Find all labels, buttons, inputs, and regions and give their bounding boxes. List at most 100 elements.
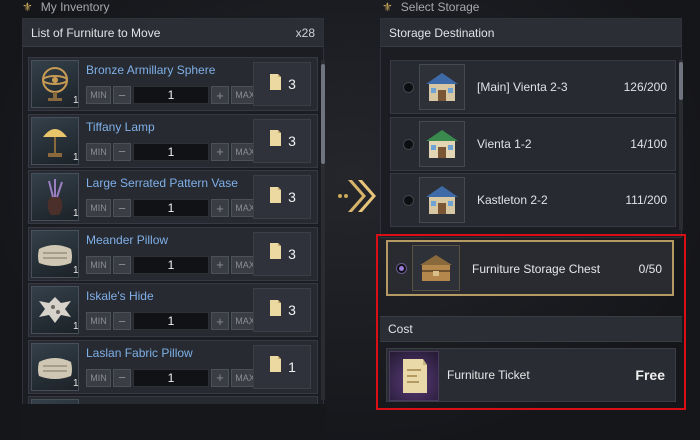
radio-button[interactable]	[403, 195, 414, 206]
furniture-item-row[interactable]: 1 Meander Pillow MIN −1 + MAX 3	[28, 226, 318, 281]
highlight-box	[376, 234, 686, 410]
item-cost: 1	[253, 344, 311, 389]
storage-option-capacity: 126/200	[623, 80, 667, 94]
panel-bottom-mask	[22, 404, 326, 440]
item-cost: 3	[253, 231, 311, 276]
pillow-icon	[31, 229, 79, 278]
furniture-item-name: Laslan Fabric Pillow	[86, 345, 193, 360]
fleur-de-lis-icon: ⚜	[382, 0, 393, 14]
furniture-ticket-icon	[268, 73, 282, 96]
furniture-list-title: List of Furniture to Move	[31, 25, 161, 40]
furniture-item-row[interactable]: 1 Tiffany Lamp MIN −1 + MAX 3	[28, 113, 318, 168]
pillow-icon	[31, 342, 79, 391]
inventory-section-title: My Inventory	[40, 0, 110, 14]
owned-count: 1	[73, 377, 79, 389]
storage-option-capacity: 111/200	[625, 193, 667, 207]
transfer-window: ⚜ My Inventory List of Furniture to Move…	[0, 0, 700, 440]
storage-list-scroll-thumb[interactable]	[679, 62, 683, 100]
fleur-de-lis-icon: ⚜	[22, 0, 33, 14]
increase-button[interactable]: +	[211, 199, 229, 217]
quantity-input[interactable]: 1	[133, 312, 209, 330]
storage-list-scrollbar[interactable]	[679, 60, 683, 230]
item-cost: 3	[253, 288, 311, 332]
radio-button[interactable]	[403, 138, 414, 150]
decrease-button[interactable]: −	[113, 368, 131, 387]
furniture-item-row[interactable]: 1 Laslan Fabric Pillow MIN −1 + MAX 1	[28, 339, 318, 394]
storage-option-name: Vienta 1-2	[477, 136, 532, 151]
furniture-ticket-icon	[268, 299, 282, 322]
decrease-button[interactable]: −	[113, 312, 131, 330]
vase-icon	[31, 173, 79, 221]
owned-count: 1	[73, 264, 79, 276]
storage-option[interactable]: [Main] Vienta 2-3 126/200	[390, 60, 676, 114]
quantity-input[interactable]: 1	[133, 86, 209, 104]
increase-button[interactable]: +	[211, 368, 229, 387]
storage-option-name: Kastleton 2-2	[477, 193, 548, 207]
owned-count: 1	[73, 151, 79, 163]
decrease-button[interactable]: −	[113, 199, 131, 217]
increase-button[interactable]: +	[211, 86, 229, 104]
furniture-item-name: Iskale's Hide	[86, 289, 154, 303]
item-cost: 3	[253, 175, 311, 219]
item-cost-value: 3	[288, 245, 296, 262]
item-cost-value: 3	[288, 76, 296, 92]
furniture-item-name: Large Serrated Pattern Vase	[86, 176, 238, 190]
decrease-button[interactable]: −	[113, 255, 131, 274]
increase-button[interactable]: +	[211, 255, 229, 274]
house-icon	[419, 64, 465, 110]
armillary-sphere-icon	[31, 60, 79, 108]
quantity-input[interactable]: 1	[133, 199, 209, 217]
item-cost-value: 3	[288, 132, 296, 149]
hide-icon	[31, 286, 79, 334]
min-button[interactable]: MIN	[86, 368, 111, 387]
storage-option[interactable]: Kastleton 2-2 111/200	[390, 173, 676, 227]
item-cost-value: 3	[288, 302, 296, 318]
min-button[interactable]: MIN	[86, 199, 111, 217]
min-button[interactable]: MIN	[86, 255, 111, 274]
furniture-ticket-icon	[268, 186, 282, 209]
furniture-ticket-icon	[268, 129, 282, 152]
quantity-input[interactable]: 1	[133, 368, 209, 387]
storage-option-name: [Main] Vienta 2-3	[477, 80, 568, 94]
lamp-icon	[31, 116, 79, 165]
radio-button[interactable]	[403, 82, 414, 93]
storage-section-title: Select Storage	[400, 0, 480, 14]
furniture-item-name: Meander Pillow	[86, 232, 169, 247]
furniture-list-scrollbar[interactable]	[321, 60, 325, 400]
storage-destination-header: Storage Destination	[381, 19, 681, 47]
furniture-item-row[interactable]: 1 Iskale's Hide MIN −1 + MAX 3	[28, 283, 318, 337]
house-icon	[419, 177, 465, 223]
min-button[interactable]: MIN	[86, 142, 111, 161]
furniture-item-row[interactable]: 1 Bronze Armillary Sphere MIN −1 + MAX 3	[28, 57, 318, 111]
item-cost-value: 1	[288, 358, 296, 375]
furniture-item-row[interactable]: 1 Large Serrated Pattern Vase MIN −1 + MAX 3	[28, 170, 318, 224]
decrease-button[interactable]: −	[113, 86, 131, 104]
increase-button[interactable]: +	[211, 142, 229, 161]
furniture-ticket-icon	[268, 242, 282, 265]
owned-count: 1	[73, 321, 79, 332]
storage-destination-title: Storage Destination	[389, 25, 495, 40]
furniture-list-header: List of Furniture to Move x28	[23, 19, 323, 47]
quantity-input[interactable]: 1	[133, 142, 209, 161]
furniture-list-scroll-thumb[interactable]	[321, 64, 325, 164]
quantity-input[interactable]: 1	[133, 255, 209, 274]
decrease-button[interactable]: −	[113, 142, 131, 161]
storage-section-header: ⚜ Select Storage	[382, 0, 479, 14]
item-cost-value: 3	[288, 189, 296, 205]
min-button[interactable]: MIN	[86, 312, 111, 330]
storage-option-capacity: 14/100	[630, 136, 667, 151]
owned-count: 1	[73, 208, 79, 219]
transfer-arrow-icon	[338, 180, 376, 212]
storage-option[interactable]: Vienta 1-2 14/100	[390, 116, 676, 171]
furniture-total-count: x28	[295, 25, 315, 40]
owned-count: 1	[73, 95, 79, 106]
furniture-ticket-icon	[268, 355, 282, 378]
furniture-item-name: Bronze Armillary Sphere	[86, 63, 216, 77]
item-cost: 3	[253, 62, 311, 106]
inventory-section-header: ⚜ My Inventory	[22, 0, 109, 14]
item-cost: 3	[253, 118, 311, 163]
min-button[interactable]: MIN	[86, 86, 111, 104]
furniture-item-name: Tiffany Lamp	[86, 119, 155, 134]
house-icon	[419, 120, 465, 167]
increase-button[interactable]: +	[211, 312, 229, 330]
